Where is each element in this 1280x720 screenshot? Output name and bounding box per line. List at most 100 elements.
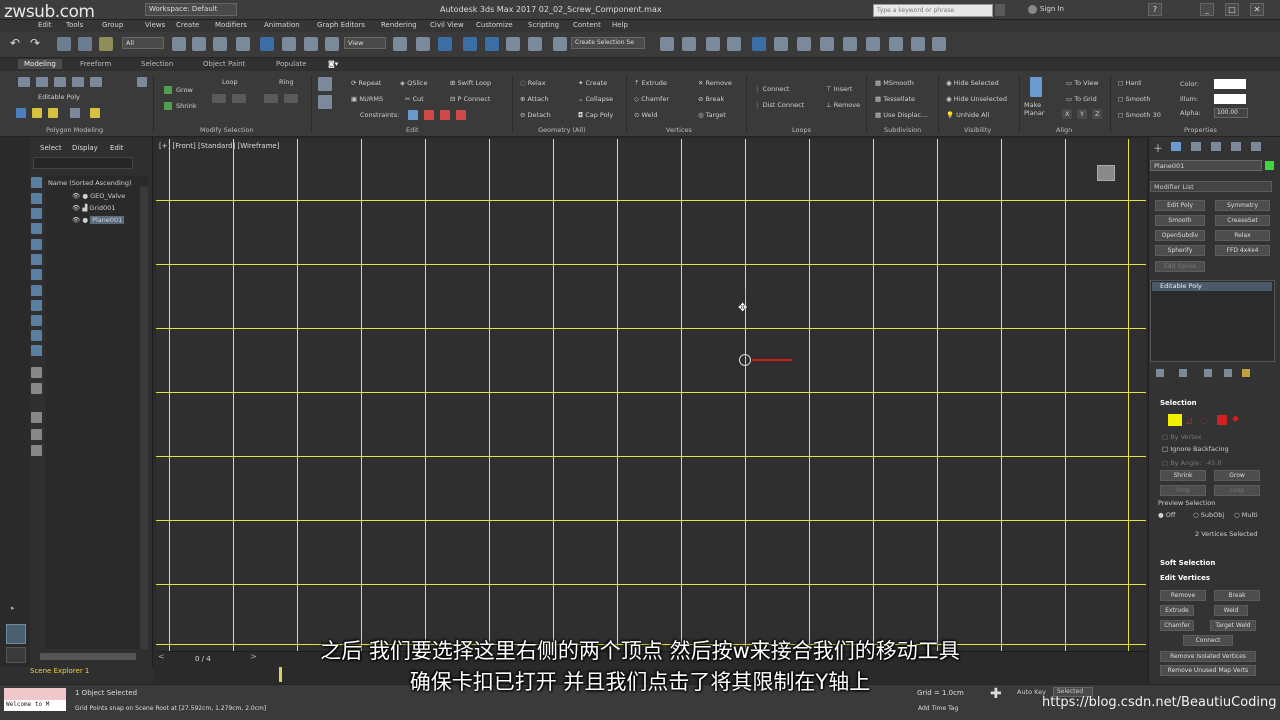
mod-smooth-button[interactable]: Smooth — [1155, 215, 1205, 226]
angle-snap-icon[interactable] — [485, 37, 499, 51]
maxscript-mini-listener[interactable]: Welcome to M — [4, 700, 66, 711]
menu-create[interactable]: Create — [176, 21, 199, 29]
align-z-button[interactable]: Z — [1092, 109, 1103, 119]
edge-subobject-icon[interactable]: ◿ — [1186, 416, 1192, 425]
preview-off-radio[interactable]: ● Off — [1158, 511, 1175, 519]
menu-civil-view[interactable]: Civil View — [430, 21, 464, 29]
ring-button[interactable]: Ring — [279, 78, 294, 86]
undo-icon[interactable]: ↶ — [10, 37, 24, 51]
vertex-subobject-icon[interactable] — [1168, 414, 1182, 426]
search-icon[interactable] — [995, 4, 1005, 16]
menu-animation[interactable]: Animation — [264, 21, 300, 29]
display-shapes-icon[interactable] — [31, 208, 42, 219]
remove-loop-button[interactable]: ⊥ Remove — [826, 101, 860, 109]
preview-selection-icon[interactable] — [90, 108, 100, 118]
explorer-tab-display[interactable]: Display — [72, 144, 98, 152]
collapse-stack-icon[interactable] — [70, 108, 80, 118]
display-frozen-icon[interactable] — [31, 345, 42, 356]
viewcube-icon[interactable] — [1097, 165, 1115, 181]
by-angle-checkbox[interactable]: □ By Angle: — [1162, 459, 1201, 467]
dot-loop-icon[interactable] — [232, 94, 246, 103]
shrink-button[interactable]: Shrink — [176, 102, 197, 110]
selection-filter-dropdown[interactable]: All — [122, 37, 164, 49]
illum-swatch[interactable] — [1214, 94, 1246, 104]
create-tab-icon[interactable]: ＋ — [1153, 140, 1163, 155]
remove-button[interactable]: ✕ Remove — [698, 79, 732, 87]
tweak-icon[interactable] — [318, 95, 332, 109]
align-icon[interactable] — [682, 37, 696, 51]
spinner-snap-icon[interactable] — [528, 37, 542, 51]
use-displacement-button[interactable]: ▦ Use Displac... — [875, 111, 927, 119]
ring-mode-icon[interactable] — [264, 94, 278, 103]
display-spacewarps-icon[interactable] — [31, 269, 42, 280]
material-editor-icon[interactable] — [820, 37, 834, 51]
detach-button[interactable]: ⊖ Detach — [520, 111, 551, 119]
sign-in-link[interactable]: Sign In — [1040, 5, 1064, 13]
cut-button[interactable]: ✂ Cut — [405, 95, 424, 103]
explorer-tab-select[interactable]: Select — [40, 144, 62, 152]
filter-icon[interactable] — [31, 412, 42, 423]
chamfer-button[interactable]: ◇ Chamfer — [634, 95, 669, 103]
nurms-button[interactable]: ▣ NURMS — [351, 95, 383, 103]
tessellate-button[interactable]: ▦ Tessellate — [875, 95, 915, 103]
reference-coordinate-dropdown[interactable]: View — [344, 37, 386, 49]
align-y-button[interactable]: Y — [1077, 109, 1087, 119]
select-manipulate-icon[interactable] — [416, 37, 430, 51]
display-containers-icon[interactable] — [31, 330, 42, 341]
rectangular-selection-icon[interactable] — [213, 37, 227, 51]
relax-button[interactable]: ◌ Relax — [520, 79, 546, 87]
modifier-stack-item[interactable]: Editable Poly — [1152, 282, 1272, 291]
tab-object-paint[interactable]: Object Paint — [197, 59, 251, 69]
mod-opensubdiv-button[interactable]: OpenSubdiv — [1155, 230, 1205, 241]
display-bones-icon[interactable] — [31, 315, 42, 326]
expand-icon[interactable]: ▸ — [11, 604, 15, 612]
cap-poly-button[interactable]: ◘ Cap Poly — [578, 111, 613, 119]
mod-ffd-button[interactable]: FFD 4x4x4 — [1215, 245, 1270, 256]
by-angle-spinner[interactable]: 45.0 — [1207, 459, 1221, 467]
layer-icon[interactable] — [31, 445, 42, 456]
to-grid-button[interactable]: ▭ To Grid — [1066, 95, 1097, 103]
collapse-button[interactable]: ⌄ Collapse — [578, 95, 613, 103]
select-and-move-icon[interactable] — [260, 37, 274, 51]
mod-creaseset-button[interactable]: CreaseSet — [1215, 215, 1270, 226]
loop-button[interactable]: Loop — [1214, 485, 1260, 496]
menu-views[interactable]: Views — [145, 21, 165, 29]
select-object-icon[interactable] — [172, 37, 186, 51]
tree-item-grid001[interactable]: 👁 ▟ Grid001 — [72, 204, 115, 212]
section-loops[interactable]: Loops — [792, 126, 811, 134]
create-button[interactable]: ✦ Create — [578, 79, 607, 87]
select-by-name-icon[interactable] — [192, 37, 206, 51]
mod-relax-button[interactable]: Relax — [1215, 230, 1270, 241]
hide-selected-button[interactable]: ◉ Hide Selected — [946, 79, 999, 87]
make-unique-icon[interactable] — [1204, 369, 1212, 377]
p-connect-button[interactable]: ⊟ P Connect — [450, 95, 490, 103]
object-name-field[interactable]: Plane001 — [1150, 160, 1262, 171]
show-end-result-stack-icon[interactable] — [1179, 369, 1187, 377]
hierarchy-tab-icon[interactable] — [1191, 142, 1201, 151]
ev-target-weld-button[interactable]: Target Weld — [1210, 620, 1256, 631]
display-helpers-icon[interactable] — [31, 254, 42, 265]
mod-edit-spline-button[interactable]: Edit Spline — [1155, 261, 1205, 272]
display-tab-icon[interactable] — [1231, 142, 1241, 151]
workspace-dropdown[interactable]: Workspace: Default — [145, 3, 237, 16]
explorer-header[interactable]: Name (Sorted Ascending) — [48, 179, 132, 187]
mirror-icon[interactable] — [660, 37, 674, 51]
explorer-search-input[interactable] — [33, 157, 133, 169]
tab-populate[interactable]: Populate — [270, 59, 312, 69]
tab-modeling[interactable]: Modeling — [18, 59, 62, 69]
ev-chamfer-button[interactable]: Chamfer — [1160, 620, 1194, 631]
menu-content[interactable]: Content — [573, 21, 601, 29]
menu-tools[interactable]: Tools — [66, 21, 83, 29]
dot-ring-icon[interactable] — [284, 94, 298, 103]
keyboard-shortcut-override-icon[interactable] — [438, 37, 452, 51]
mod-symmetry-button[interactable]: Symmetry — [1215, 200, 1270, 211]
preview-subobj-radio[interactable]: ○ SubObj — [1193, 511, 1224, 519]
polygon-mode-icon[interactable] — [72, 77, 84, 87]
align-x-button[interactable]: X — [1062, 109, 1073, 119]
unhide-all-button[interactable]: 💡 Unhide All — [946, 111, 989, 119]
ev-weld-button[interactable]: Weld — [1214, 605, 1248, 616]
section-subdivision[interactable]: Subdivision — [884, 126, 921, 134]
soft-selection-rollout-title[interactable]: Soft Selection — [1160, 559, 1215, 567]
vertex-mode-icon[interactable] — [18, 77, 30, 87]
attach-button[interactable]: ⊕ Attach — [520, 95, 549, 103]
